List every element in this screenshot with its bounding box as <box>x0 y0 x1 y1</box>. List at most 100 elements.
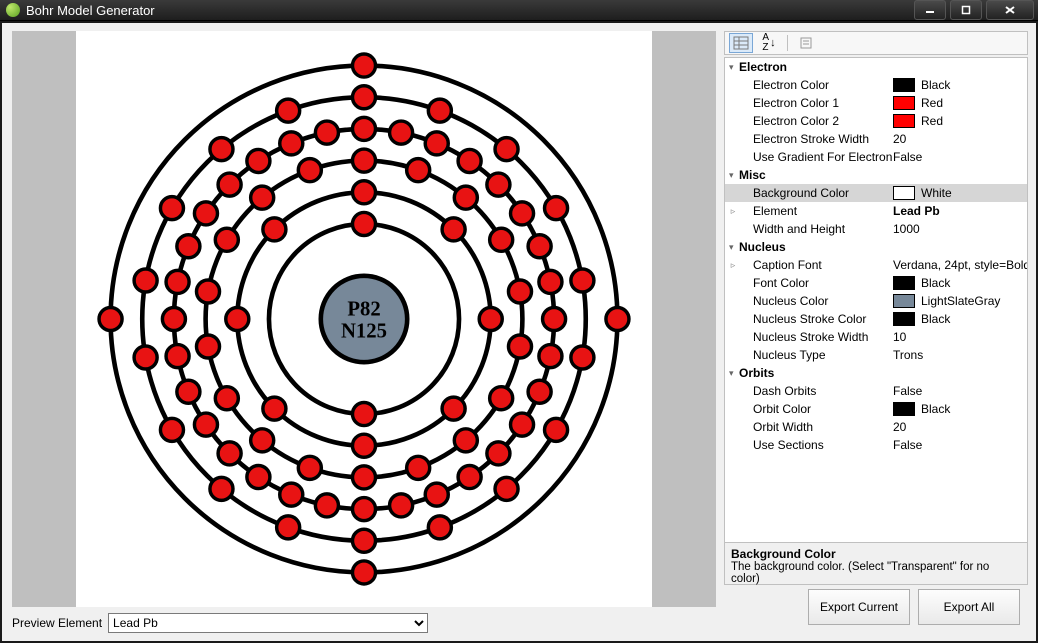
electron <box>352 212 375 235</box>
property-row[interactable]: Background ColorWhite <box>725 184 1027 202</box>
property-value[interactable]: False <box>893 438 1027 452</box>
electron <box>352 86 375 109</box>
collapse-caret-icon: ▾ <box>729 62 739 73</box>
electron <box>99 307 122 330</box>
property-value[interactable]: 10 <box>893 330 1027 344</box>
property-row[interactable]: ▹ElementLead Pb <box>725 202 1027 220</box>
property-value[interactable]: Verdana, 24pt, style=Bold <box>893 258 1027 272</box>
property-value[interactable]: Black <box>893 78 1027 92</box>
property-grid[interactable]: ▾ElectronElectron ColorBlackElectron Col… <box>724 57 1028 543</box>
property-value[interactable]: Trons <box>893 348 1027 362</box>
property-description-panel: Background Color The background color. (… <box>724 543 1028 585</box>
electron <box>194 413 217 436</box>
preview-element-label: Preview Element <box>12 616 102 630</box>
color-swatch <box>893 294 915 308</box>
electron <box>251 186 274 209</box>
electron <box>545 418 568 441</box>
electron <box>539 345 562 368</box>
electron <box>277 99 300 122</box>
property-row[interactable]: Width and Height1000 <box>725 220 1027 238</box>
electron <box>490 228 513 251</box>
property-category[interactable]: ▾Electron <box>725 58 1027 76</box>
minimize-button[interactable] <box>914 0 946 20</box>
color-swatch <box>893 78 915 92</box>
property-row[interactable]: Dash OrbitsFalse <box>725 382 1027 400</box>
electron <box>487 173 510 196</box>
property-value[interactable]: False <box>893 150 1027 164</box>
preview-element-select[interactable]: Lead Pb <box>108 613 428 633</box>
electron <box>298 159 321 182</box>
property-row[interactable]: Orbit ColorBlack <box>725 400 1027 418</box>
electron <box>352 466 375 489</box>
property-pages-button[interactable] <box>794 33 818 53</box>
property-row[interactable]: Nucleus TypeTrons <box>725 346 1027 364</box>
property-category[interactable]: ▾Nucleus <box>725 238 1027 256</box>
property-value-text: Black <box>921 78 950 92</box>
property-name: Use Gradient For Electron <box>751 150 893 164</box>
property-name: Orbit Color <box>751 402 893 416</box>
electron <box>511 202 534 225</box>
electron <box>442 397 465 420</box>
electron <box>160 418 183 441</box>
property-row[interactable]: Font ColorBlack <box>725 274 1027 292</box>
export-all-button[interactable]: Export All <box>918 589 1020 625</box>
property-value[interactable]: Black <box>893 402 1027 416</box>
property-value[interactable]: 1000 <box>893 222 1027 236</box>
export-current-button[interactable]: Export Current <box>808 589 910 625</box>
property-name: Orbit Width <box>751 420 893 434</box>
property-value[interactable]: False <box>893 384 1027 398</box>
electron <box>428 99 451 122</box>
electron <box>508 280 531 303</box>
property-name: Element <box>751 204 893 218</box>
electron <box>390 494 413 517</box>
electron <box>177 380 200 403</box>
property-row[interactable]: Nucleus Stroke Width10 <box>725 328 1027 346</box>
electron <box>352 529 375 552</box>
property-value[interactable]: Lead Pb <box>893 204 1027 218</box>
property-row[interactable]: Electron Stroke Width20 <box>725 130 1027 148</box>
property-row[interactable]: Nucleus Stroke ColorBlack <box>725 310 1027 328</box>
electron <box>280 483 303 506</box>
alphabetical-view-button[interactable]: AZ↓ <box>757 33 781 53</box>
property-value-text: Lead Pb <box>893 204 940 218</box>
property-row[interactable]: Electron ColorBlack <box>725 76 1027 94</box>
maximize-button[interactable] <box>950 0 982 20</box>
close-button[interactable] <box>986 0 1034 20</box>
property-name: Dash Orbits <box>751 384 893 398</box>
electron <box>352 117 375 140</box>
property-value-text: Red <box>921 96 943 110</box>
property-value[interactable]: Black <box>893 312 1027 326</box>
electron <box>298 456 321 479</box>
electron <box>528 235 551 258</box>
property-value[interactable]: 20 <box>893 420 1027 434</box>
property-row[interactable]: Use SectionsFalse <box>725 436 1027 454</box>
property-row[interactable]: Nucleus ColorLightSlateGray <box>725 292 1027 310</box>
categorized-view-button[interactable] <box>729 33 753 53</box>
electron <box>352 434 375 457</box>
electron <box>545 197 568 220</box>
property-value[interactable]: White <box>893 186 1027 200</box>
property-category[interactable]: ▾Orbits <box>725 364 1027 382</box>
electron <box>134 346 157 369</box>
property-row[interactable]: Use Gradient For ElectronFalse <box>725 148 1027 166</box>
property-value[interactable]: Red <box>893 96 1027 110</box>
property-row[interactable]: ▹Caption FontVerdana, 24pt, style=Bold <box>725 256 1027 274</box>
window-title: Bohr Model Generator <box>26 3 155 18</box>
electron <box>425 132 448 155</box>
property-description-title: Background Color <box>731 547 1021 561</box>
property-row[interactable]: Orbit Width20 <box>725 418 1027 436</box>
electron <box>315 494 338 517</box>
electron <box>543 307 566 330</box>
color-swatch <box>893 114 915 128</box>
property-value[interactable]: Red <box>893 114 1027 128</box>
electron <box>490 387 513 410</box>
property-category[interactable]: ▾Misc <box>725 166 1027 184</box>
property-row[interactable]: Electron Color 2Red <box>725 112 1027 130</box>
electron <box>215 387 238 410</box>
property-value[interactable]: 20 <box>893 132 1027 146</box>
property-row[interactable]: Electron Color 1Red <box>725 94 1027 112</box>
property-value[interactable]: Black <box>893 276 1027 290</box>
electron <box>162 307 185 330</box>
property-value[interactable]: LightSlateGray <box>893 294 1027 308</box>
expand-caret-icon: ▹ <box>725 260 741 271</box>
